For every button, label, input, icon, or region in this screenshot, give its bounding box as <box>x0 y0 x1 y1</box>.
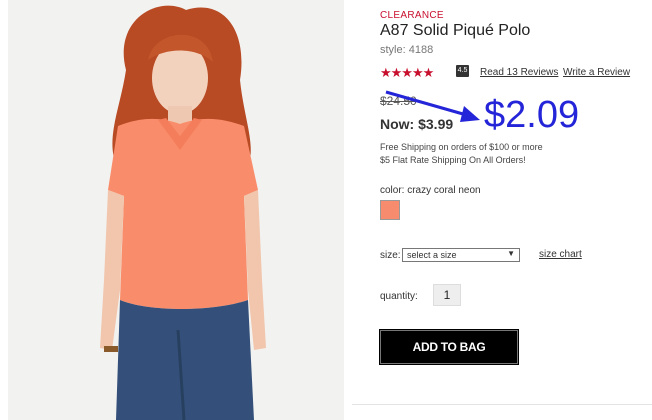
rating-badge: 4.5 <box>456 65 469 77</box>
product-style-number: style: 4188 <box>380 44 434 56</box>
quantity-label: quantity: <box>380 291 418 302</box>
product-image[interactable] <box>8 0 344 420</box>
chevron-down-icon: ▼ <box>507 249 515 258</box>
quantity-input[interactable]: 1 <box>433 284 461 306</box>
color-swatch-coral[interactable] <box>380 200 400 220</box>
flat-rate-shipping-note: $5 Flat Rate Shipping On All Orders! <box>380 155 526 165</box>
read-reviews-link[interactable]: Read 13 Reviews <box>480 67 558 78</box>
annotation-price: $2.09 <box>484 94 580 136</box>
add-to-bag-button[interactable]: ADD TO BAG <box>379 329 519 365</box>
shipping-note: Free Shipping on orders of $100 or more <box>380 142 543 152</box>
size-label: size: <box>380 250 401 261</box>
color-label: color: crazy coral neon <box>380 185 481 196</box>
clearance-label: CLEARANCE <box>380 10 444 21</box>
size-select-value: select a size <box>407 250 457 260</box>
divider <box>352 404 652 405</box>
product-title: A87 Solid Piqué Polo <box>380 22 531 39</box>
rating-stars: ★★★★★ <box>380 65 434 80</box>
write-review-link[interactable]: Write a Review <box>563 67 630 78</box>
size-chart-link[interactable]: size chart <box>539 249 582 260</box>
annotation-arrow-icon <box>385 90 480 122</box>
size-select[interactable]: select a size ▼ <box>402 248 520 262</box>
